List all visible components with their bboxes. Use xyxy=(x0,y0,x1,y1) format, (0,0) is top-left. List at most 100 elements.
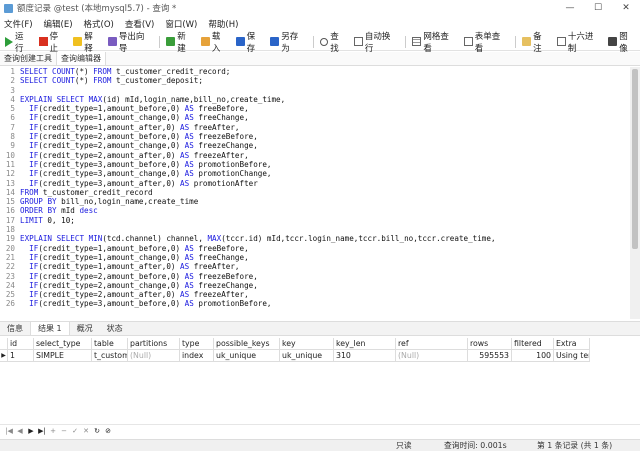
grid-cell[interactable]: 310 xyxy=(334,350,396,362)
grid-cell[interactable]: (Null) xyxy=(396,350,468,362)
code-text: EXPLAIN SELECT MAX(id) mId,login_name,bi… xyxy=(20,94,286,104)
new-button[interactable]: 新建 xyxy=(163,32,197,54)
tab-status[interactable]: 状态 xyxy=(100,322,130,335)
delete-record-button[interactable]: − xyxy=(59,426,69,436)
grid-cell[interactable]: 100 xyxy=(512,350,554,362)
image-label: 图像 xyxy=(619,31,628,54)
load-button[interactable]: 载入 xyxy=(198,32,232,54)
grid-cell[interactable]: uk_unique xyxy=(214,350,280,362)
menu-help[interactable]: 帮助(H) xyxy=(208,18,238,30)
column-header[interactable]: possible_keys xyxy=(214,338,280,350)
new-query-icon xyxy=(166,37,176,46)
column-header[interactable]: key_len xyxy=(334,338,396,350)
line-number: 15 xyxy=(5,197,15,207)
apply-button[interactable]: ✓ xyxy=(70,426,80,436)
editor-scrollbar[interactable] xyxy=(630,67,640,319)
tab-profile[interactable]: 概况 xyxy=(70,322,100,335)
wrap-button[interactable]: 自动换行 xyxy=(351,32,401,54)
grid-cell[interactable]: Using ten xyxy=(554,350,590,362)
menu-file[interactable]: 文件(F) xyxy=(4,18,33,30)
add-record-button[interactable]: + xyxy=(48,426,58,436)
next-record-button[interactable]: ▶ xyxy=(26,426,36,436)
line-number: 3 xyxy=(10,85,15,95)
line-number: 10 xyxy=(5,150,15,160)
line-number: 9 xyxy=(10,141,15,151)
column-header[interactable]: type xyxy=(180,338,214,350)
save-as-label: 另存为 xyxy=(281,31,299,54)
grid-view-button[interactable]: 网格查看 xyxy=(409,32,459,54)
toolbar-divider xyxy=(313,35,315,48)
column-header[interactable]: id xyxy=(8,338,34,350)
menu-window[interactable]: 窗口(W) xyxy=(165,18,197,30)
scrollbar-thumb[interactable] xyxy=(632,69,638,249)
stop-icon xyxy=(38,37,48,46)
code-text: SELECT COUNT(*) FROM t_customer_credit_r… xyxy=(20,67,231,76)
image-button[interactable]: 图像 xyxy=(605,32,639,54)
memo-button[interactable]: 备注 xyxy=(519,32,553,54)
column-header[interactable]: table xyxy=(92,338,128,350)
grid-cell[interactable]: uk_unique xyxy=(280,350,334,362)
first-record-button[interactable]: |◀ xyxy=(4,426,14,436)
code-line: 6 IF(credit_type=1,amount_change,0) AS f… xyxy=(0,113,640,122)
column-header[interactable]: key xyxy=(280,338,334,350)
code-line: 5 IF(credit_type=1,amount_before,0) AS f… xyxy=(0,104,640,113)
grid-cell[interactable]: SIMPLE xyxy=(34,350,92,362)
table-row[interactable]: ▶1SIMPLEt_custome(Null)indexuk_uniqueuk_… xyxy=(0,350,640,362)
menu-view[interactable]: 查看(V) xyxy=(125,18,154,30)
grid-cell[interactable]: t_custome xyxy=(92,350,128,362)
row-marker-icon: ▶ xyxy=(0,350,8,362)
code-text: IF(credit_type=1,amount_after,0) AS free… xyxy=(29,262,240,272)
find-button[interactable]: 查找 xyxy=(317,32,350,54)
status-bar: 只读 查询时间: 0.001s 第 1 条记录 (共 1 条) xyxy=(0,439,640,451)
column-header[interactable]: rows xyxy=(468,338,512,350)
code-line: 2 SELECT COUNT(*) FROM t_customer_deposit… xyxy=(0,76,640,85)
tab-query-editor[interactable]: 查询编辑器 xyxy=(57,52,106,65)
explain-icon xyxy=(73,37,83,46)
refresh-button[interactable]: ↻ xyxy=(92,426,102,436)
stop-button-nav[interactable]: ⊘ xyxy=(103,426,113,436)
line-number: 25 xyxy=(5,290,15,300)
close-button[interactable]: ✕ xyxy=(612,0,640,16)
grid-cell[interactable]: (Null) xyxy=(128,350,180,362)
column-header[interactable]: filtered xyxy=(512,338,554,350)
sql-editor[interactable]: 1 SELECT COUNT(*) FROM t_customer_credit_… xyxy=(0,67,640,319)
code-text: IF(credit_type=3,amount_before,0) AS pro… xyxy=(29,159,272,169)
code-text: IF(credit_type=3,amount_before,0) AS pro… xyxy=(29,299,272,309)
tab-info[interactable]: 信息 xyxy=(0,322,30,335)
export-wizard-button[interactable]: 导出向导 xyxy=(105,32,155,54)
form-view-button[interactable]: 表单查看 xyxy=(461,32,511,54)
last-record-button[interactable]: ▶| xyxy=(37,426,47,436)
code-text: IF(credit_type=1,amount_change,0) AS fre… xyxy=(29,252,249,262)
save-as-button[interactable]: 另存为 xyxy=(267,32,309,54)
code-text: ORDER BY mId desc xyxy=(20,206,98,216)
stop-button[interactable]: 停止 xyxy=(36,32,70,54)
line-number: 6 xyxy=(10,113,15,123)
code-text: IF(credit_type=2,amount_before,0) AS fre… xyxy=(29,132,258,142)
menu-edit[interactable]: 编辑(E) xyxy=(44,18,73,30)
run-button[interactable]: 运行 xyxy=(2,32,35,54)
minimize-button[interactable]: — xyxy=(556,0,584,16)
code-lines: 1 SELECT COUNT(*) FROM t_customer_credit_… xyxy=(0,67,640,309)
grid-view-label: 网格查看 xyxy=(423,31,449,54)
tab-query-builder[interactable]: 查询创建工具 xyxy=(0,52,57,65)
grid-cell[interactable]: 595553 xyxy=(468,350,512,362)
tab-result-1[interactable]: 结果 1 xyxy=(30,322,70,335)
window-title: 额度记录 @test (本地mysql5.7) - 查询 * xyxy=(17,4,177,14)
discard-button[interactable]: ✕ xyxy=(81,426,91,436)
column-header[interactable]: partitions xyxy=(128,338,180,350)
grid-cell[interactable]: index xyxy=(180,350,214,362)
save-button[interactable]: 保存 xyxy=(233,32,267,54)
hex-button[interactable]: 十六进制 xyxy=(554,32,604,54)
prev-record-button[interactable]: ◀ xyxy=(15,426,25,436)
column-header[interactable]: Extra xyxy=(554,338,590,350)
column-header[interactable]: select_type xyxy=(34,338,92,350)
maximize-button[interactable]: ☐ xyxy=(584,0,612,16)
column-header[interactable]: ref xyxy=(396,338,468,350)
code-line: 17 LIMIT 0, 10; xyxy=(0,216,640,225)
line-number: 20 xyxy=(5,243,15,253)
result-grid[interactable]: id select_type table partitions type possible… xyxy=(0,338,640,422)
explain-button[interactable]: 解释 xyxy=(70,32,104,54)
menu-format[interactable]: 格式(O) xyxy=(84,18,114,30)
line-number: 23 xyxy=(5,271,15,281)
grid-cell[interactable]: 1 xyxy=(8,350,34,362)
